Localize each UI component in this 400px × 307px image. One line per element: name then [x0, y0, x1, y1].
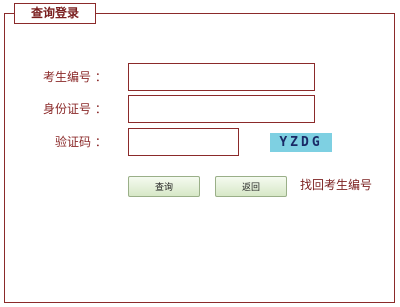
- captcha-label: 验证码 ：: [55, 135, 107, 149]
- login-panel: [4, 13, 395, 303]
- exam-number-label: 考生编号 ：: [43, 70, 107, 84]
- panel-title: 查询登录: [14, 3, 96, 24]
- id-number-input[interactable]: [128, 95, 315, 123]
- id-number-label: 身份证号 ：: [43, 102, 107, 116]
- exam-number-input[interactable]: [128, 63, 315, 91]
- login-page: 查询登录 考生编号 ： 身份证号 ： 验证码 ： YZDG 查询 返回 找回考生…: [0, 0, 400, 307]
- captcha-input[interactable]: [128, 128, 239, 156]
- captcha-image[interactable]: YZDG: [270, 133, 332, 152]
- recover-exam-number-link[interactable]: 找回考生编号: [127, 177, 375, 194]
